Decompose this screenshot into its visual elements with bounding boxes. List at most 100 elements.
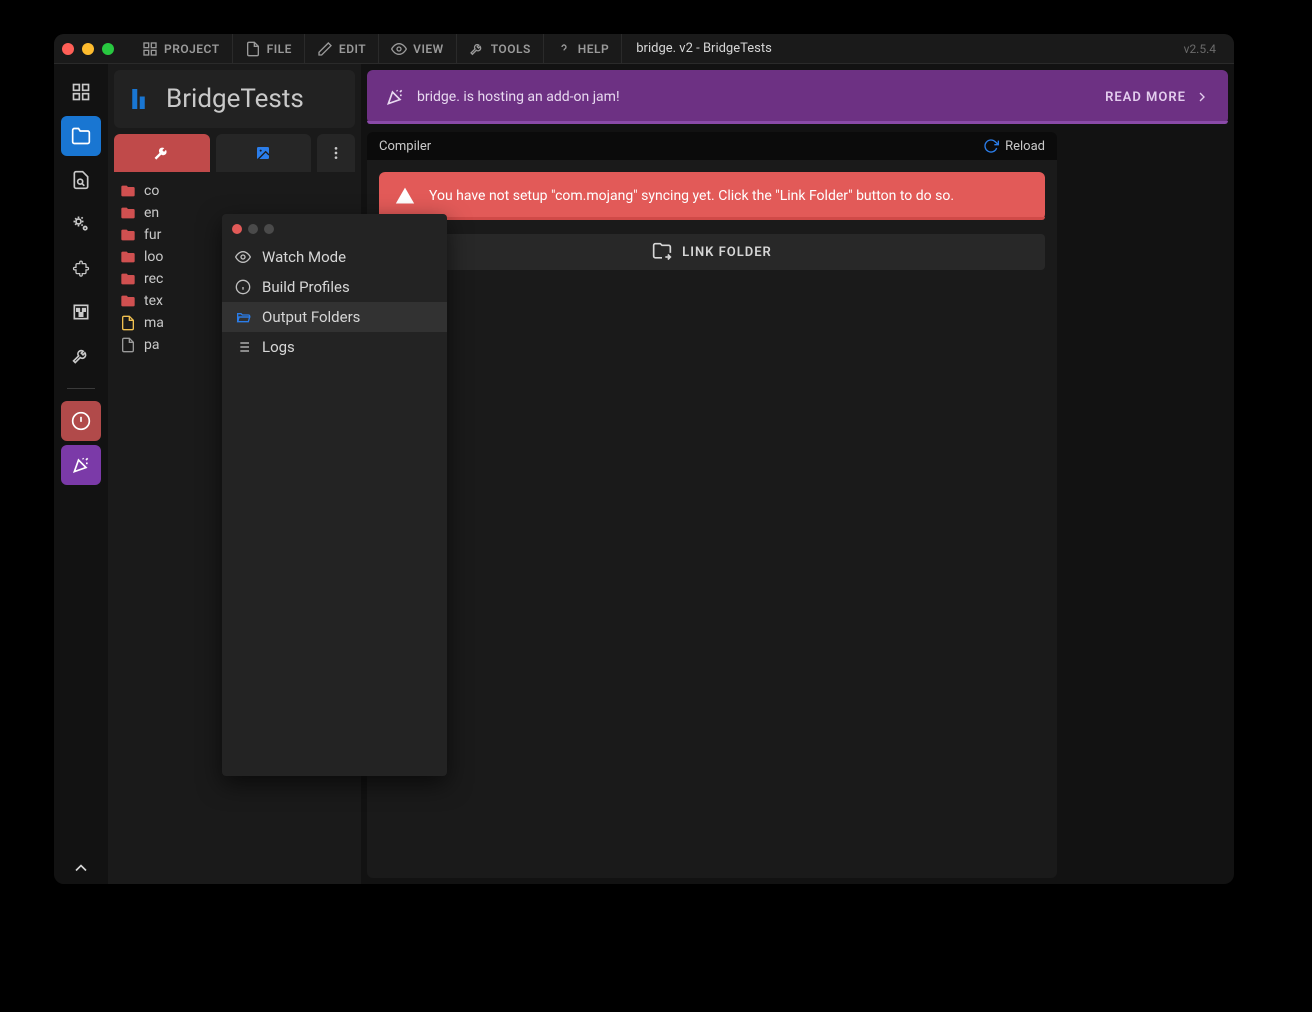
wrench-icon	[71, 346, 91, 366]
menu-view-label: VIEW	[413, 42, 444, 56]
file-json-icon	[120, 315, 136, 331]
party-popper-icon	[385, 87, 405, 107]
pager-dot[interactable]	[248, 224, 258, 234]
menu-file-label: FILE	[267, 42, 292, 56]
eye-icon	[391, 41, 407, 57]
file-txt-icon	[120, 337, 136, 353]
activity-settings[interactable]	[61, 204, 101, 244]
banner-read-more[interactable]: READ MORE	[1105, 89, 1210, 105]
menu-view[interactable]: VIEW	[379, 34, 457, 64]
banner-text: bridge. is hosting an add-on jam!	[417, 89, 620, 105]
chevron-right-icon	[1194, 89, 1210, 105]
folder-link-icon	[652, 242, 672, 262]
compiler-body: You have not setup "com.mojang" syncing …	[367, 160, 1057, 282]
file-search-icon	[71, 170, 91, 190]
tree-item-label: ma	[144, 315, 164, 331]
popup-item-label: Watch Mode	[262, 248, 346, 266]
tree-item-label: loo	[144, 249, 163, 265]
gears-icon	[71, 214, 91, 234]
popup-item-output-folders[interactable]: Output Folders	[222, 302, 447, 332]
window-close-button[interactable]	[62, 43, 74, 55]
reload-label: Reload	[1005, 139, 1045, 154]
activity-tools[interactable]	[61, 336, 101, 376]
project-header[interactable]: BridgeTests	[114, 70, 355, 128]
menu-project-label: PROJECT	[164, 42, 220, 56]
info-icon	[234, 279, 252, 295]
activity-warnings[interactable]	[61, 401, 101, 441]
warning-triangle-icon	[395, 186, 415, 206]
tree-item-label: tex	[144, 293, 163, 309]
window-minimize-button[interactable]	[82, 43, 94, 55]
chevron-up-icon	[71, 858, 91, 878]
menu-help[interactable]: HELP	[544, 34, 622, 64]
activity-search[interactable]	[61, 160, 101, 200]
side-tab-more[interactable]	[317, 134, 355, 172]
pager-dot[interactable]	[264, 224, 274, 234]
app-window: PROJECT FILE EDIT VIEW TOOLS HELP	[54, 34, 1234, 884]
tree-item-label: rec	[144, 271, 163, 287]
more-vertical-icon	[328, 145, 344, 161]
popup-item-build-profiles[interactable]: Build Profiles	[222, 272, 447, 302]
folder-icon	[120, 227, 136, 243]
menu-project[interactable]: PROJECT	[130, 34, 233, 64]
compiler-alert-text: You have not setup "com.mojang" syncing …	[429, 188, 954, 204]
tree-item-label: fur	[144, 227, 161, 243]
reload-icon	[983, 138, 999, 154]
folder-icon	[120, 293, 136, 309]
menubar: PROJECT FILE EDIT VIEW TOOLS HELP	[130, 34, 622, 64]
activity-announcements[interactable]	[61, 445, 101, 485]
popup-item-label: Logs	[262, 338, 295, 356]
image-icon	[255, 145, 271, 161]
alert-circle-icon	[71, 411, 91, 431]
activity-collapse[interactable]	[54, 858, 108, 878]
question-icon	[556, 41, 572, 57]
folder-icon	[71, 126, 91, 146]
side-tabs	[108, 134, 361, 172]
link-folder-button[interactable]: LINK FOLDER	[379, 234, 1045, 270]
tree-item-label: co	[144, 183, 159, 199]
activity-bar	[54, 64, 108, 884]
compiler-header: Compiler Reload	[367, 132, 1057, 160]
wrench-icon	[152, 143, 172, 163]
reload-button[interactable]: Reload	[983, 138, 1045, 154]
side-tab-build[interactable]	[114, 134, 210, 172]
traffic-lights	[62, 43, 114, 55]
list-icon	[234, 339, 252, 355]
bridge-logo-icon	[126, 84, 156, 114]
menu-edit[interactable]: EDIT	[305, 34, 379, 64]
version-label: v2.5.4	[1184, 42, 1226, 56]
window-title: bridge. v2 - BridgeTests	[622, 41, 786, 56]
tree-item-label: en	[144, 205, 159, 221]
menu-tools[interactable]: TOOLS	[457, 34, 544, 64]
compiler-title: Compiler	[379, 139, 431, 154]
link-folder-label: LINK FOLDER	[682, 245, 772, 260]
folder-icon	[120, 183, 136, 199]
activity-extensions[interactable]	[61, 248, 101, 288]
pencil-icon	[317, 41, 333, 57]
build-menu-popup: Watch Mode Build ProfilesOutput Folders Lo…	[222, 214, 447, 776]
dashboard-icon	[71, 82, 91, 102]
compiler-alert: You have not setup "com.mojang" syncing …	[379, 172, 1045, 220]
compiler-panel: Compiler Reload You have not setup "com.…	[367, 132, 1057, 878]
popup-pager-dots	[222, 220, 447, 242]
pager-dot[interactable]	[232, 224, 242, 234]
project-title: BridgeTests	[166, 84, 304, 114]
menu-edit-label: EDIT	[339, 42, 366, 56]
puzzle-icon	[71, 258, 91, 278]
popup-item-watch-mode[interactable]: Watch Mode	[222, 242, 447, 272]
tree-folder[interactable]: co	[114, 180, 355, 202]
menu-tools-label: TOOLS	[491, 42, 531, 56]
menu-file[interactable]: FILE	[233, 34, 305, 64]
wrench-icon	[469, 41, 485, 57]
side-tab-assets[interactable]	[216, 134, 312, 172]
window-maximize-button[interactable]	[102, 43, 114, 55]
menu-help-label: HELP	[578, 42, 609, 56]
eye-icon	[234, 249, 252, 265]
activity-minecraft[interactable]	[61, 292, 101, 332]
activity-separator	[67, 388, 95, 389]
file-icon	[245, 41, 261, 57]
activity-files[interactable]	[61, 116, 101, 156]
main-area: bridge. is hosting an add-on jam! READ M…	[361, 64, 1234, 884]
activity-dashboard[interactable]	[61, 72, 101, 112]
popup-item-logs[interactable]: Logs	[222, 332, 447, 362]
